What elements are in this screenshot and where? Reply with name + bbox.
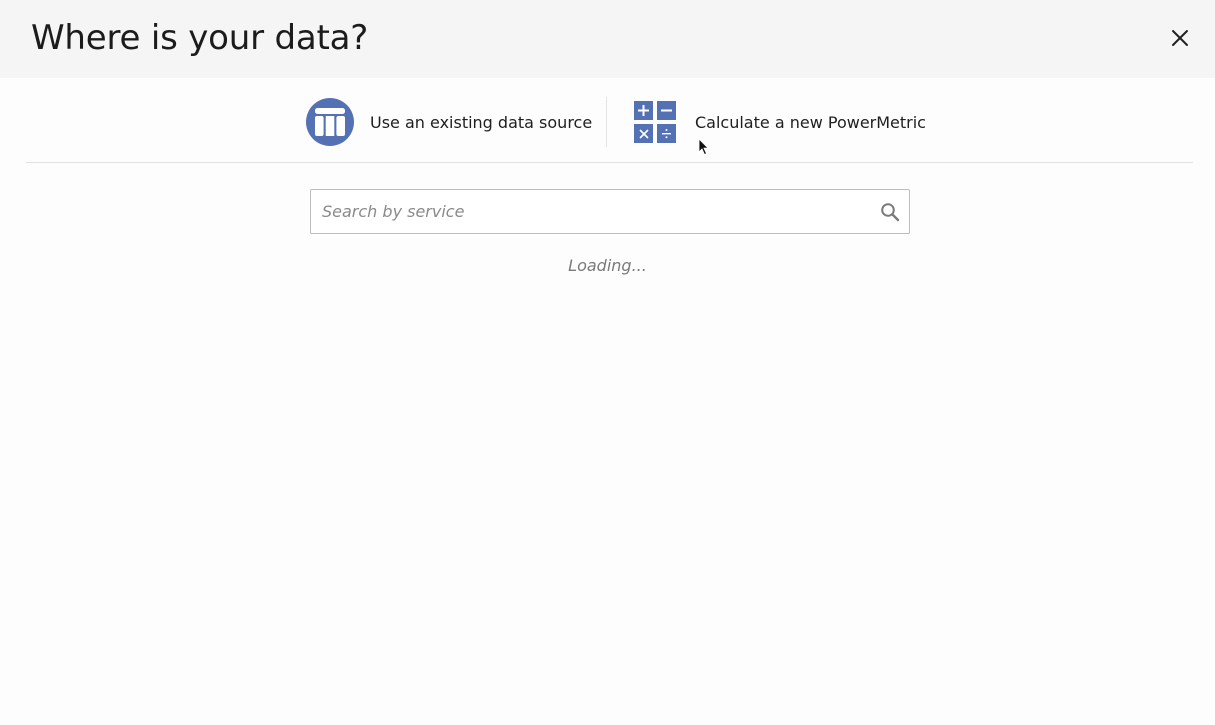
option-divider: [606, 97, 607, 147]
multiply-icon: [634, 124, 653, 143]
search-icon[interactable]: [880, 202, 900, 222]
loading-indicator: Loading...: [568, 256, 647, 275]
close-button[interactable]: [1169, 27, 1191, 49]
data-table-icon: [306, 98, 354, 146]
search-input[interactable]: [311, 190, 871, 233]
existing-data-source-option[interactable]: Use an existing data source: [306, 98, 592, 146]
search-box: [310, 189, 910, 234]
dialog-title: Where is your data?: [31, 18, 369, 58]
existing-data-source-label: Use an existing data source: [370, 112, 593, 132]
powermetric-option[interactable]: Calculate a new PowerMetric: [634, 98, 926, 146]
data-source-dialog: Where is your data? Use an existing data…: [0, 0, 1215, 725]
dialog-header: Where is your data?: [0, 0, 1215, 78]
divide-icon: [657, 124, 676, 143]
minus-icon: [657, 101, 676, 120]
source-type-options: Use an existing data source Calculate a …: [0, 78, 1215, 162]
calculator-icon: [634, 101, 676, 143]
close-icon: [1172, 30, 1188, 46]
section-divider: [26, 162, 1193, 163]
powermetric-label: Calculate a new PowerMetric: [695, 112, 926, 132]
plus-icon: [634, 101, 653, 120]
